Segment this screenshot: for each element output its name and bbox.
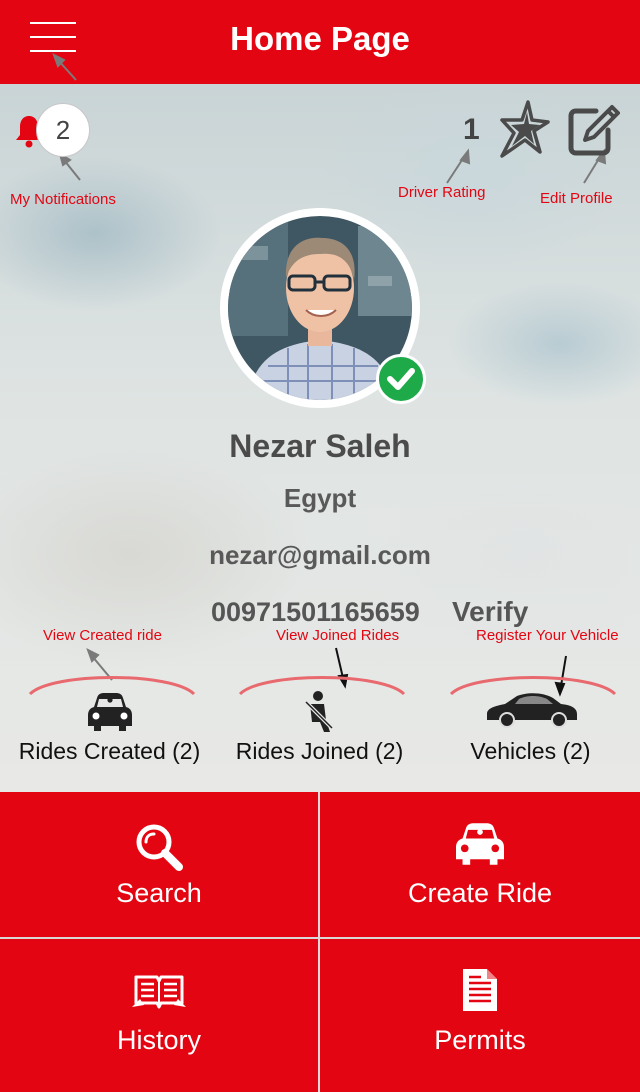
sedan-icon: [486, 693, 577, 728]
permits-tile[interactable]: Permits: [320, 939, 640, 1092]
stat-rides-joined-label: Rides Joined (2): [235, 738, 404, 764]
star-icon: [500, 100, 550, 158]
permits-tile-label: Permits: [434, 1025, 526, 1055]
create-ride-tile-label: Create Ride: [407, 878, 553, 908]
stat-vehicles[interactable]: Vehicles (2): [424, 668, 637, 778]
car-front-icon: [87, 693, 132, 731]
profile-country: Egypt: [283, 483, 357, 513]
history-tile-label: History: [116, 1025, 201, 1055]
profile-phone: 00971501165659: [211, 597, 420, 627]
history-tile[interactable]: History: [0, 939, 318, 1092]
stat-rides-created-label: Rides Created (2): [18, 738, 201, 764]
search-tile[interactable]: Search: [0, 792, 318, 937]
profile-name: Nezar Saleh: [229, 428, 411, 464]
vehicles-annotation: Register Your Vehicle: [476, 627, 619, 644]
stat-rides-joined[interactable]: Rides Joined (2): [213, 668, 426, 778]
stat-rides-created[interactable]: Rides Created (2): [3, 668, 216, 778]
main-menu-annotation: Main Menu: [83, 64, 153, 80]
rides-joined-annotation: View Joined Rides: [276, 627, 400, 644]
notification-count-badge[interactable]: 2: [36, 103, 90, 157]
notifications-annotation: My Notifications: [10, 191, 116, 208]
driver-rating-annotation: Driver Rating: [398, 184, 486, 201]
action-grid: Search Create Ride History Permits: [0, 792, 640, 1092]
search-tile-label: Search: [116, 878, 202, 908]
rides-created-annotation: View Created ride: [43, 627, 162, 644]
verified-badge: [376, 354, 426, 404]
document-icon: [463, 969, 497, 1011]
edit-icon[interactable]: [568, 104, 620, 156]
seatbelt-icon: [304, 691, 333, 732]
search-icon: [136, 824, 183, 871]
stat-vehicles-label: Vehicles (2): [470, 738, 591, 764]
edit-profile-annotation: Edit Profile: [540, 190, 613, 207]
create-ride-tile[interactable]: Create Ride: [320, 792, 640, 937]
driver-rating-value: 1: [463, 113, 480, 146]
car-front-icon: [456, 823, 504, 865]
profile-email: nezar@gmail.com: [209, 540, 431, 570]
check-icon: [387, 368, 415, 390]
verify-phone-link[interactable]: Verify: [452, 596, 528, 628]
book-icon: [132, 975, 186, 1009]
